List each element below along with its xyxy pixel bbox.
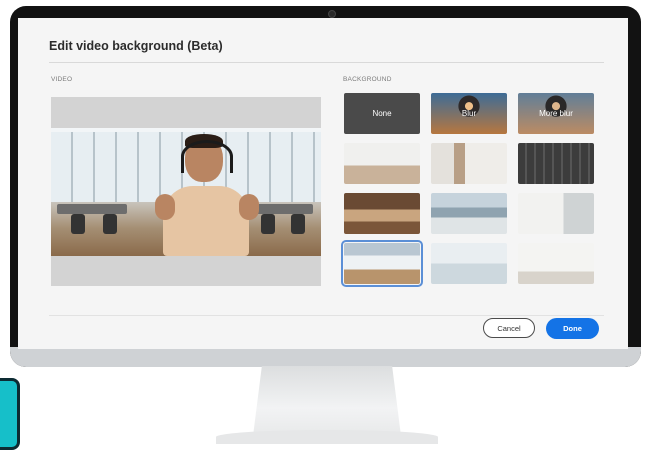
presenter-hand xyxy=(239,194,259,220)
headset-icon xyxy=(181,140,233,173)
video-preview xyxy=(51,97,321,286)
office-chair xyxy=(291,214,305,234)
background-option-image-selected[interactable] xyxy=(341,240,423,287)
dialog-title: Edit video background (Beta) xyxy=(49,39,223,53)
office-desk xyxy=(57,204,127,214)
presenter xyxy=(151,134,261,256)
monitor-stand-base xyxy=(216,430,438,444)
title-divider xyxy=(49,62,604,63)
background-option-image[interactable] xyxy=(431,243,507,284)
background-option-label: None xyxy=(372,109,392,118)
background-option-blur[interactable]: Blur xyxy=(431,93,507,134)
office-chair xyxy=(71,214,85,234)
background-option-image[interactable] xyxy=(518,143,594,184)
background-option-none[interactable]: None xyxy=(344,93,420,134)
background-option-more-blur[interactable]: More blur xyxy=(518,93,594,134)
monitor-chin xyxy=(10,347,641,367)
background-option-image[interactable] xyxy=(431,143,507,184)
webcam-icon xyxy=(328,10,336,18)
footer-divider xyxy=(49,315,604,316)
office-chair xyxy=(261,214,275,234)
dock-app-tile xyxy=(0,378,20,450)
cancel-button[interactable]: Cancel xyxy=(483,318,535,338)
video-section-label: VIDEO xyxy=(51,76,73,83)
done-button[interactable]: Done xyxy=(546,318,599,339)
background-option-image[interactable] xyxy=(431,193,507,234)
dialog-edit-video-background: Edit video background (Beta) VIDEO BACKG… xyxy=(18,18,628,349)
monitor-stand xyxy=(253,366,401,436)
background-options-grid: None Blur More blur xyxy=(341,93,594,287)
presenter-hand xyxy=(155,194,175,220)
background-option-image[interactable] xyxy=(344,143,420,184)
background-option-image[interactable] xyxy=(518,243,594,284)
office-chair xyxy=(103,214,117,234)
background-option-label: More blur xyxy=(539,109,573,118)
office-background xyxy=(51,128,321,256)
background-option-image[interactable] xyxy=(344,193,420,234)
presenter-body xyxy=(163,186,249,256)
background-option-label: Blur xyxy=(461,109,477,118)
background-section-label: BACKGROUND xyxy=(343,76,392,83)
background-option-image[interactable] xyxy=(518,193,594,234)
